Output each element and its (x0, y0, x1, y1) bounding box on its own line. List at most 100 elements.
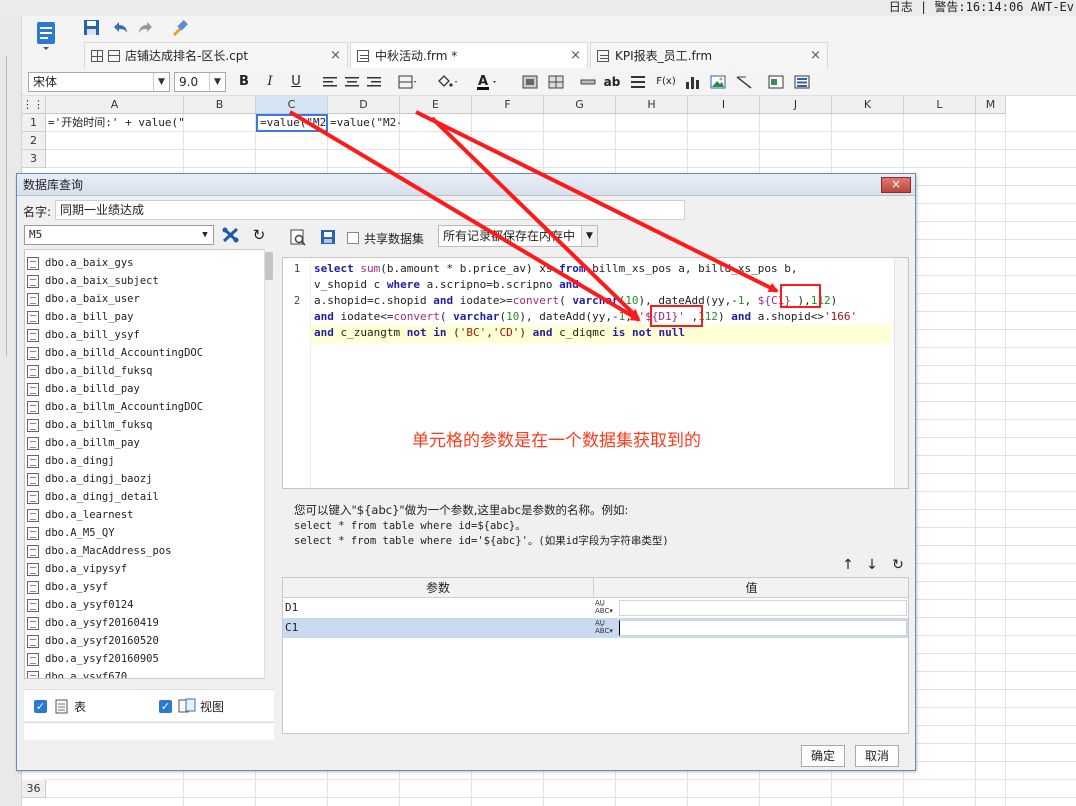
tab-store-ranking[interactable]: 店铺达成排名-区长.cpt × (84, 42, 348, 68)
list-item[interactable]: dbo.a_vipysyf (27, 560, 127, 578)
datasource-select[interactable]: M5 ▼ (24, 225, 214, 245)
move-up-button[interactable]: ↑ (839, 556, 857, 574)
border-icon[interactable] (396, 72, 416, 92)
align-center-icon[interactable] (342, 72, 362, 92)
cancel-button[interactable]: 取消 (855, 745, 899, 767)
font-color-icon[interactable]: A (474, 72, 496, 92)
chart-icon[interactable] (682, 72, 702, 92)
undo-icon[interactable] (110, 19, 130, 37)
share-dataset-checkbox[interactable] (347, 232, 359, 244)
list-item[interactable]: dbo.a_baix_gys (27, 254, 134, 272)
row-header-2[interactable]: 2 (22, 132, 46, 150)
close-icon[interactable]: × (881, 177, 911, 193)
connection-settings-icon[interactable] (221, 226, 241, 244)
formula-button[interactable]: F(x) (654, 72, 678, 92)
format-brush-icon[interactable] (170, 19, 190, 37)
sql-scrollbar[interactable] (894, 258, 908, 488)
list-item[interactable]: dbo.a_ysyf20160520 (27, 632, 159, 650)
list-view-icon[interactable] (792, 72, 812, 92)
refresh-icon[interactable]: ↻ (249, 226, 269, 244)
list-item[interactable]: dbo.a_baix_subject (27, 272, 159, 290)
param-value-input[interactable] (619, 620, 907, 636)
close-icon[interactable]: × (810, 48, 821, 63)
table-list-scrollbar[interactable] (264, 249, 274, 679)
list-item[interactable]: dbo.a_ysyf670 (27, 668, 127, 678)
cell-d1[interactable]: =value("M2-表格", (328, 114, 400, 132)
cell-a1[interactable]: ='开始时间:' + value(" (46, 114, 184, 132)
list-item[interactable]: dbo.a_ysyf (27, 578, 108, 596)
preview-icon[interactable] (289, 228, 307, 246)
list-item[interactable]: dbo.A_M5_QY (27, 524, 115, 542)
close-icon[interactable]: × (330, 48, 341, 63)
list-item[interactable]: dbo.a_dingj_baozj (27, 470, 152, 488)
close-icon[interactable]: × (570, 48, 581, 63)
list-item[interactable]: dbo.a_billm_fuksq (27, 416, 152, 434)
align-left-icon[interactable] (320, 72, 340, 92)
memory-mode-select[interactable]: 所有记录都保存在内存中 ▼ (438, 225, 598, 247)
widget-icon[interactable] (766, 72, 786, 92)
param-type-icon[interactable]: A͢U ABC▾ (595, 599, 617, 617)
list-item[interactable]: dbo.a_ysyf20160905 (27, 650, 159, 668)
column-header-g[interactable]: G (544, 96, 616, 114)
list-item[interactable]: dbo.a_dingj_detail (27, 488, 159, 506)
ok-button[interactable]: 确定 (801, 745, 845, 767)
column-header-l[interactable]: L (904, 96, 976, 114)
column-header-c[interactable]: C (256, 96, 328, 114)
list-item[interactable]: dbo.a_billd_pay (27, 380, 140, 398)
dataset-name-input[interactable]: 同期一业绩达成 (55, 200, 685, 220)
table-filter-checkbox[interactable]: ✓ (34, 700, 47, 713)
list-item[interactable]: dbo.a_bill_pay (27, 308, 134, 326)
table-list[interactable]: dbo.a_baix_gys dbo.a_baix_subject dbo.a_ba… (24, 249, 274, 679)
text-button[interactable]: ab (602, 72, 622, 92)
move-down-button[interactable]: ↓ (863, 556, 881, 574)
table-row[interactable]: D1 A͢U ABC▾ (283, 598, 908, 618)
list-item[interactable]: dbo.a_MacAddress_pos (27, 542, 171, 560)
log-status[interactable]: 日志 | 警告:16:14:06 AWT-Ev (889, 0, 1074, 15)
column-header-j[interactable]: J (760, 96, 832, 114)
column-header-f[interactable]: F (472, 96, 544, 114)
list-item[interactable]: dbo.a_bill_ysyf (27, 326, 140, 344)
tab-mid-autumn[interactable]: 中秋活动.frm * × (350, 42, 588, 68)
param-value-input[interactable] (619, 600, 907, 616)
merge-cells-icon[interactable] (520, 72, 540, 92)
param-type-icon[interactable]: A͢U ABC▾ (595, 619, 617, 637)
split-cells-icon[interactable] (546, 72, 566, 92)
italic-button[interactable]: I (260, 72, 280, 92)
list-item[interactable]: dbo.a_billd_fuksq (27, 362, 152, 380)
column-header-b[interactable]: B (184, 96, 256, 114)
cell-c1[interactable]: =value("M2-表 (256, 114, 328, 132)
list-item[interactable]: dbo.a_billm_pay (27, 434, 140, 452)
row-header-36[interactable]: 36 (22, 780, 46, 798)
slash-icon[interactable] (734, 72, 754, 92)
list-item[interactable]: dbo.a_learnest (27, 506, 134, 524)
view-filter-checkbox[interactable]: ✓ (159, 700, 172, 713)
cell-list-icon[interactable] (628, 72, 648, 92)
table-row[interactable]: C1 A͢U ABC▾ (283, 618, 908, 638)
font-size-select[interactable]: 9.0 ▼ (174, 72, 226, 92)
list-item[interactable]: dbo.a_billd_AccountingDOC (27, 344, 203, 362)
row-header-1[interactable]: 1 (22, 114, 46, 132)
list-item[interactable]: dbo.a_billm_AccountingDOC (27, 398, 203, 416)
font-family-select[interactable]: 宋体 ▼ (28, 72, 170, 92)
tab-kpi-report[interactable]: KPI报表_员工.frm × (590, 42, 828, 68)
list-item[interactable]: dbo.a_baix_user (27, 290, 140, 308)
refresh-params-button[interactable]: ↻ (889, 556, 907, 574)
underline-button[interactable]: U (286, 72, 306, 92)
new-file-icon[interactable] (34, 20, 58, 50)
column-header-h[interactable]: H (616, 96, 688, 114)
scrollbar-thumb[interactable] (265, 252, 273, 280)
align-right-icon[interactable] (364, 72, 384, 92)
select-all-corner[interactable]: ⋮⋮⋮ (22, 96, 55, 114)
column-header-m[interactable]: M (976, 96, 1006, 114)
edit-sql-icon[interactable] (319, 228, 337, 246)
column-header-i[interactable]: I (688, 96, 760, 114)
column-header-a[interactable]: A (46, 96, 184, 114)
column-header-e[interactable]: E (400, 96, 472, 114)
fill-color-icon[interactable] (434, 72, 457, 92)
insert-row-icon[interactable] (578, 72, 598, 92)
column-header-d[interactable]: D (328, 96, 400, 114)
row-header-3[interactable]: 3 (22, 150, 46, 168)
list-item[interactable]: dbo.a_ysyf20160419 (27, 614, 159, 632)
column-header-k[interactable]: K (832, 96, 904, 114)
bold-button[interactable]: B (234, 72, 254, 92)
